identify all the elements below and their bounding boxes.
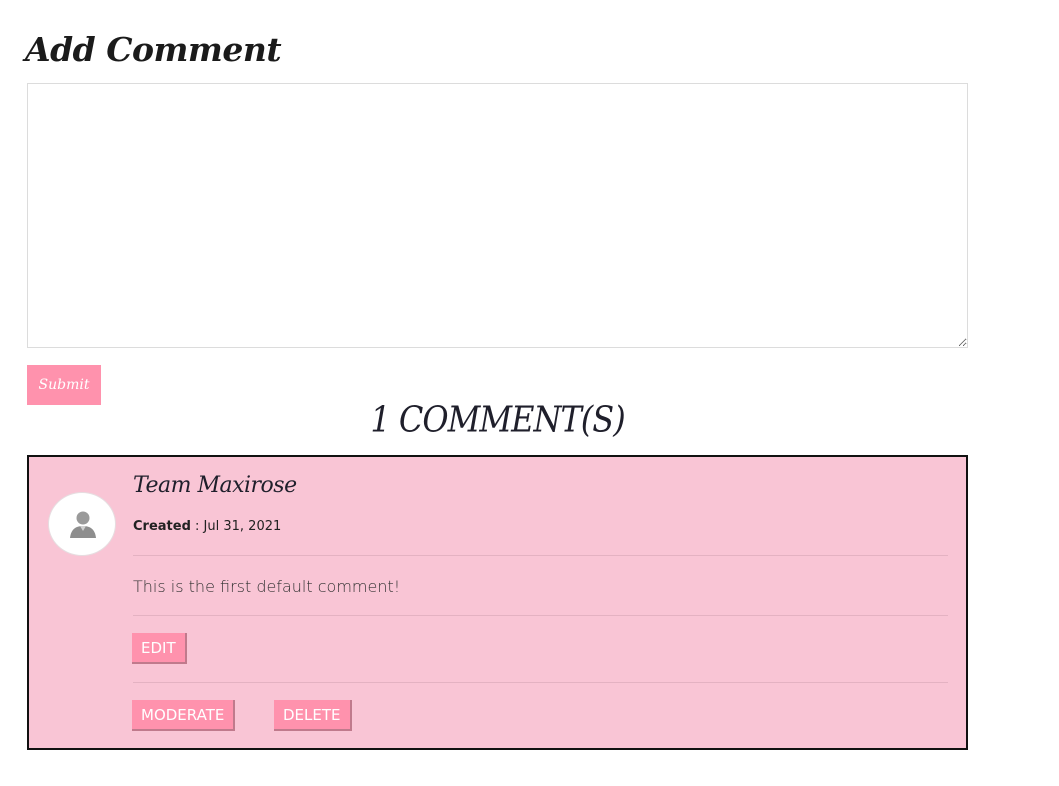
user-avatar-icon — [70, 511, 96, 538]
created-date: Jul 31, 2021 — [203, 519, 282, 534]
comments-page: Add Comment Submit 1 COMMENT(S) Team Max… — [0, 0, 1059, 786]
comment-author: Team Maxirose — [133, 473, 297, 498]
created-label: Created — [133, 519, 191, 534]
created-separator: : — [190, 519, 204, 534]
divider — [133, 682, 948, 683]
comments-count-title: 1 COMMENT(S) — [370, 397, 625, 441]
divider — [133, 555, 948, 556]
comment-textarea[interactable] — [27, 83, 968, 348]
divider — [133, 615, 948, 616]
moderate-button[interactable]: MODERATE — [132, 700, 236, 731]
delete-button[interactable]: DELETE — [274, 700, 352, 731]
edit-button[interactable]: EDIT — [132, 633, 187, 664]
comment-card: Team Maxirose Created : Jul 31, 2021 Thi… — [27, 455, 968, 750]
avatar — [48, 492, 116, 556]
add-comment-title: Add Comment — [25, 30, 282, 69]
comment-body: This is the first default comment! — [133, 577, 401, 596]
comment-created: Created : Jul 31, 2021 — [133, 519, 281, 534]
